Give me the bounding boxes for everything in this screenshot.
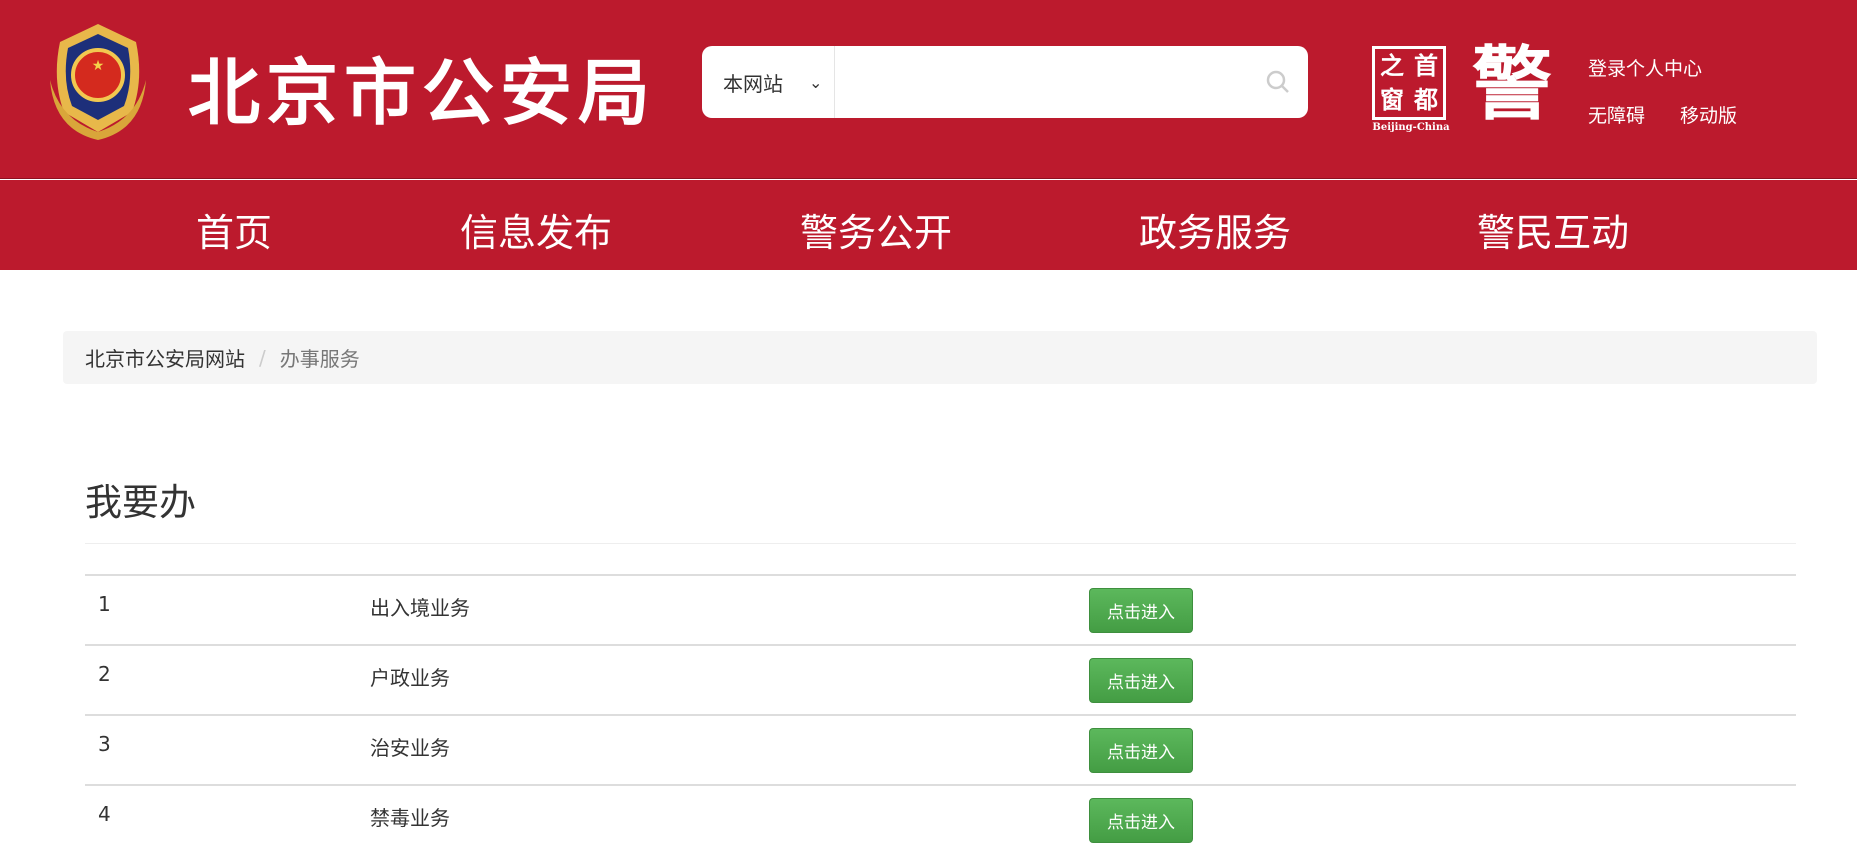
nav-gov-services[interactable]: 政务服务 (1139, 202, 1291, 257)
breadcrumb-current: 办事服务 (279, 347, 360, 371)
row-number: 4 (98, 802, 111, 826)
section-title: 我要办 (85, 481, 196, 524)
table-row: 1 出入境业务 点击进入 (85, 574, 1796, 644)
nav-interaction[interactable]: 警民互动 (1477, 202, 1629, 257)
service-name: 禁毒业务 (370, 806, 450, 830)
search-input[interactable] (835, 46, 1248, 118)
enter-button[interactable]: 点击进入 (1089, 658, 1193, 703)
service-name: 治安业务 (370, 736, 450, 760)
table-row: 4 禁毒业务 点击进入 (85, 784, 1796, 854)
police-logo[interactable]: 警 (1472, 40, 1552, 130)
mobile-link[interactable]: 移动版 (1680, 101, 1737, 128)
row-number: 3 (98, 732, 111, 756)
search-scope-label: 本网站 (723, 71, 783, 96)
logo-caption: Beijing-China (1372, 122, 1450, 133)
nav-news[interactable]: 信息发布 (460, 202, 612, 257)
divider (85, 543, 1796, 544)
enter-button[interactable]: 点击进入 (1089, 798, 1193, 843)
logo-char: 都 (1414, 86, 1438, 114)
search-icon[interactable] (1248, 69, 1308, 95)
table-row: 3 治安业务 点击进入 (85, 714, 1796, 784)
logo-char: 之 (1380, 52, 1404, 80)
capital-window-logo[interactable]: 之 首 窗 都 Beijing-China (1372, 46, 1450, 133)
site-header: ★ 北京市公安局 本网站 ⌄ 之 首 窗 都 Beijing-China 警 登… (0, 0, 1857, 179)
search-scope-select[interactable]: 本网站 ⌄ (702, 46, 835, 118)
table-row: 2 户政业务 点击进入 (85, 644, 1796, 714)
row-number: 2 (98, 662, 111, 686)
site-title: 北京市公安局 (188, 51, 657, 135)
logo-char: 窗 (1380, 86, 1404, 114)
breadcrumb-home[interactable]: 北京市公安局网站 (85, 343, 245, 372)
accessibility-link[interactable]: 无障碍 (1588, 101, 1645, 128)
login-link[interactable]: 登录个人中心 (1588, 54, 1702, 81)
enter-button[interactable]: 点击进入 (1089, 728, 1193, 773)
search-bar: 本网站 ⌄ (702, 46, 1308, 118)
service-name: 户政业务 (370, 666, 450, 690)
svg-text:★: ★ (92, 58, 105, 74)
enter-button[interactable]: 点击进入 (1089, 588, 1193, 633)
breadcrumb-separator: / (259, 345, 266, 370)
service-name: 出入境业务 (370, 596, 470, 620)
logo-char: 首 (1414, 52, 1438, 80)
nav-police-affairs[interactable]: 警务公开 (800, 202, 952, 257)
service-table: 1 出入境业务 点击进入 2 户政业务 点击进入 3 治安业务 点击进入 4 禁… (85, 574, 1796, 854)
police-emblem-logo: ★ (50, 24, 146, 140)
nav-home[interactable]: 首页 (196, 202, 272, 257)
main-nav: 首页 信息发布 警务公开 政务服务 警民互动 (0, 180, 1857, 270)
row-number: 1 (98, 592, 111, 616)
chevron-down-icon: ⌄ (809, 72, 823, 92)
breadcrumb: 北京市公安局网站 / 办事服务 (63, 331, 1817, 384)
